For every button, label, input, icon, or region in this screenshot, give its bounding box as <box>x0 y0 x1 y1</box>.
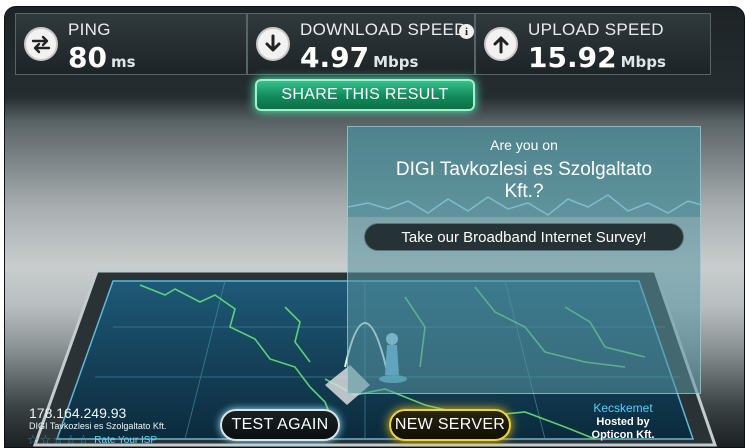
test-again-button[interactable]: TEST AGAIN <box>220 409 340 441</box>
client-ip: 178.164.249.93 <box>29 405 127 421</box>
ping-unit: ms <box>110 53 136 71</box>
ping-arrows-icon <box>24 27 58 61</box>
broadband-survey-button[interactable]: Take our Broadband Internet Survey! <box>364 223 684 251</box>
star-icon[interactable]: ☆ <box>65 434 77 447</box>
server-host-name: Opticon Kft. <box>591 429 655 441</box>
ping-stat: PING 80 ms <box>15 13 247 75</box>
ping-label: PING <box>68 20 111 39</box>
upload-unit: Mbps <box>620 53 666 71</box>
star-icon[interactable]: ☆ <box>40 434 52 447</box>
isp-survey-panel: Are you on DIGI Tavkozlesi es Szolgaltat… <box>347 126 702 394</box>
upload-number: 15.92 <box>528 41 617 74</box>
download-stat: DOWNLOAD SPEED i 4.97 Mbps <box>247 13 475 75</box>
ping-value: 80 ms <box>68 40 136 80</box>
survey-question: Are you on <box>490 137 558 153</box>
new-server-button[interactable]: NEW SERVER <box>389 409 511 441</box>
stats-bar: PING 80 ms DOWNLOAD SPEED i 4.97 Mbps UPLO… <box>15 13 715 75</box>
server-city: Kecskemet <box>593 401 653 415</box>
upload-arrow-icon <box>484 27 518 61</box>
server-hosted-label: Hosted by <box>596 416 650 428</box>
survey-isp-name: DIGI Tavkozlesi es Szolgaltato Kft.? <box>348 159 700 203</box>
upload-value: 15.92 Mbps <box>528 40 666 80</box>
download-unit: Mbps <box>373 53 419 71</box>
isp-rating: ☆ ☆ ☆ ☆ ☆ Rate Your ISP <box>27 433 157 447</box>
info-icon[interactable]: i <box>459 24 474 39</box>
download-label: DOWNLOAD SPEED <box>300 20 467 39</box>
download-arrow-icon <box>256 27 290 61</box>
download-number: 4.97 <box>300 41 370 74</box>
server-info: Kecskemet Hosted by Opticon Kft. <box>543 401 703 447</box>
download-value: 4.97 Mbps <box>300 40 418 80</box>
survey-isp-line1: DIGI Tavkozlesi es Szolgaltato <box>395 159 653 180</box>
client-info: 178.164.249.93 DIGI Tavkozlesi es Szolga… <box>25 405 195 447</box>
ping-number: 80 <box>68 41 107 74</box>
star-icon[interactable]: ☆ <box>78 434 90 447</box>
survey-isp-line2: Kft.? <box>504 181 544 202</box>
client-isp: DIGI Tavkozlesi es Szolgaltato Kft. <box>29 421 167 431</box>
share-result-button[interactable]: SHARE THIS RESULT <box>255 79 475 111</box>
upload-stat: UPLOAD SPEED 15.92 Mbps <box>475 13 711 75</box>
speedtest-window: PING 80 ms DOWNLOAD SPEED i 4.97 Mbps UPLO… <box>4 6 745 448</box>
star-icon[interactable]: ☆ <box>52 434 64 447</box>
rate-isp-link[interactable]: Rate Your ISP <box>94 435 157 446</box>
upload-label: UPLOAD SPEED <box>528 20 664 39</box>
star-icon[interactable]: ☆ <box>27 434 39 447</box>
